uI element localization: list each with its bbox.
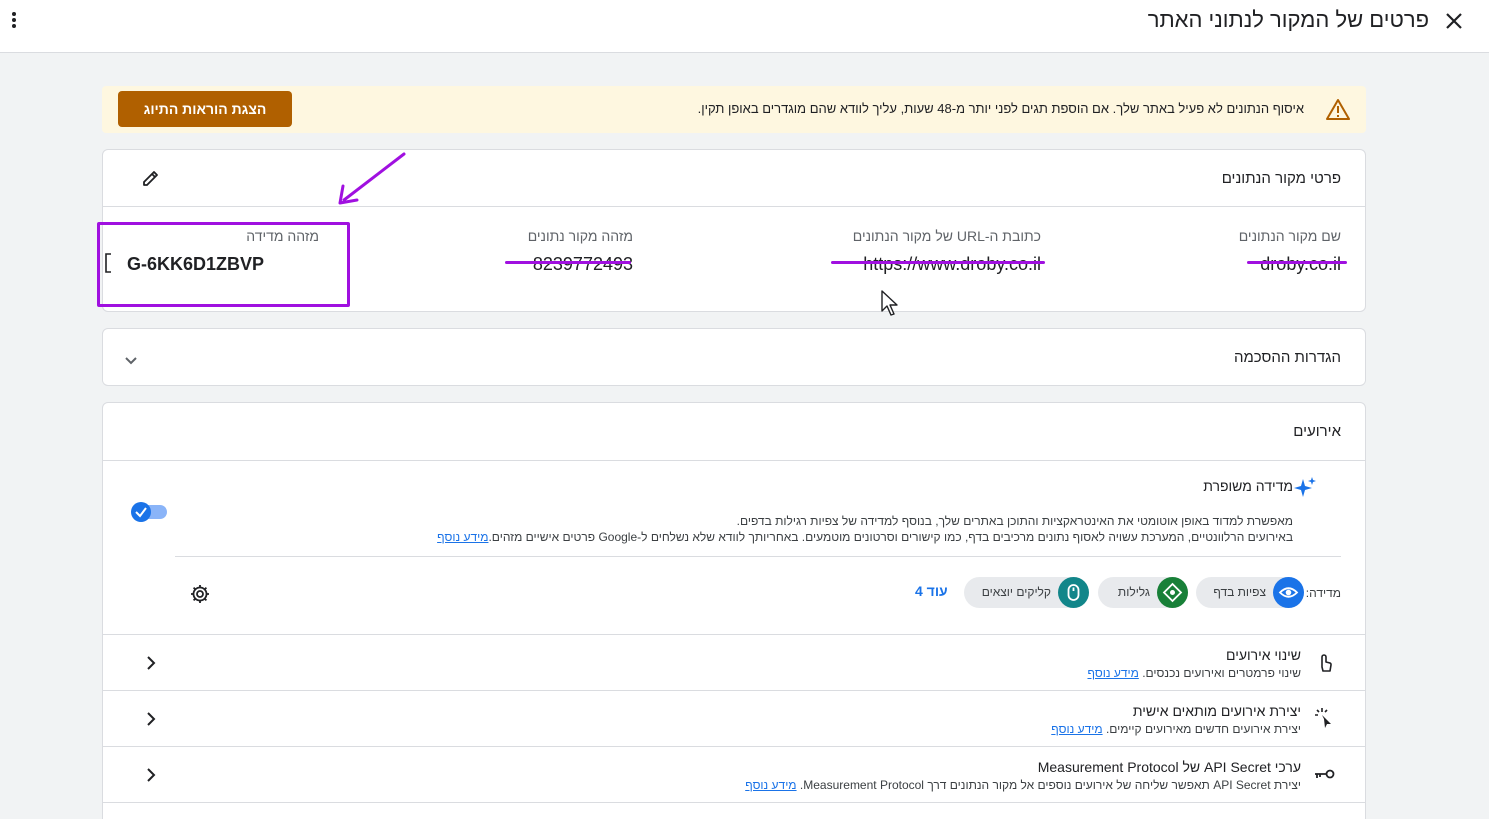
chip-label: גלילות bbox=[1117, 585, 1150, 599]
event-row-modify[interactable]: שינוי אירועים שינוי פרמטרים ואירועים נכנ… bbox=[103, 635, 1365, 691]
enhanced-measurement-desc-text: באירועים הרלוונטיים, המערכת עשויה לאסוף … bbox=[488, 530, 1293, 544]
enhanced-measurement-desc: מאפשרת למדוד באופן אוטומטי את האינטראקצי… bbox=[736, 514, 1293, 528]
enhanced-measurement-desc-2: באירועים הרלוונטיים, המערכת עשויה לאסוף … bbox=[437, 530, 1293, 544]
enhanced-measurement-toggle[interactable] bbox=[131, 502, 167, 522]
learn-more-link[interactable]: מידע נוסף bbox=[1051, 722, 1102, 736]
event-row-api-secret[interactable]: ערכי API Secret של Measurement Protocol … bbox=[103, 747, 1365, 803]
stream-url-value: https://www.droby.co.il bbox=[863, 254, 1041, 274]
scroll-arrows-icon bbox=[1162, 582, 1183, 603]
more-measurements-link[interactable]: עוד 4 bbox=[915, 583, 948, 599]
more-vert-icon[interactable] bbox=[8, 8, 20, 32]
stream-name-label: שם מקור הנתונים bbox=[1238, 228, 1341, 244]
events-card: אירועים מדידה משופרת מאפשרת למדוד באופן … bbox=[102, 402, 1366, 819]
event-row-desc: יצירת אירועים חדשים מאירועים קיימים. מיד… bbox=[1051, 722, 1301, 736]
event-row-desc: יצירת API Secret תאפשר שליחה של אירועים … bbox=[745, 778, 1301, 792]
warning-banner: הצגת הוראות התיוג איסוף הנתונים לא פעיל … bbox=[102, 86, 1366, 133]
check-icon bbox=[135, 507, 147, 518]
learn-more-link[interactable]: מידע נוסף bbox=[745, 778, 796, 792]
measuring-label: מדידה: bbox=[1305, 586, 1341, 600]
event-row-title: ערכי API Secret של Measurement Protocol bbox=[1037, 759, 1301, 775]
event-row-desc-text: שינוי פרמטרים ואירועים נכנסים. bbox=[1142, 666, 1301, 680]
close-icon[interactable] bbox=[1441, 8, 1467, 34]
chip-scrolls[interactable]: גלילות bbox=[1098, 577, 1188, 608]
learn-more-link[interactable]: מידע נוסף bbox=[437, 530, 488, 544]
redaction-strike bbox=[831, 261, 1045, 264]
chip-label: צפיות בדף bbox=[1213, 585, 1266, 599]
stream-url-label: כתובת ה-URL של מקור הנתונים bbox=[852, 228, 1041, 244]
chip-icon-bg bbox=[1058, 577, 1089, 608]
warning-text: איסוף הנתונים לא פעיל באתר שלך. אם הוספת… bbox=[697, 101, 1304, 116]
chevron-right-icon[interactable] bbox=[143, 655, 159, 671]
sparkle-icon bbox=[1294, 477, 1316, 497]
event-row-create[interactable]: יצירת אירועים מותאים אישית יצירת אירועים… bbox=[103, 691, 1365, 747]
touch-icon bbox=[1321, 654, 1332, 672]
event-row-title: שינוי אירועים bbox=[1225, 647, 1301, 663]
learn-more-link[interactable]: מידע נוסף bbox=[1087, 666, 1138, 680]
mouse-cursor-icon bbox=[881, 290, 898, 316]
chevron-right-icon[interactable] bbox=[143, 711, 159, 727]
chip-icon-bg bbox=[1273, 577, 1304, 608]
redaction-strike bbox=[505, 261, 631, 264]
stream-id-value: 8239772493 bbox=[532, 254, 633, 274]
event-row-desc-text: יצירת API Secret תאפשר שליחה של אירועים … bbox=[799, 778, 1301, 792]
chip-page-views[interactable]: צפיות בדף bbox=[1196, 577, 1304, 608]
event-row-title: יצירת אירועים מותאים אישית bbox=[1132, 703, 1301, 719]
chevron-right-icon[interactable] bbox=[143, 767, 159, 783]
cursor-click-icon bbox=[1315, 708, 1331, 728]
chip-outbound-clicks[interactable]: קליקים יוצאים bbox=[964, 577, 1089, 608]
mouse-icon bbox=[1067, 584, 1080, 601]
top-bar: פרטים של המקור לנתוני האתר bbox=[0, 0, 1489, 53]
stream-details-heading: פרטי מקור הנתונים bbox=[1221, 170, 1341, 187]
consent-settings-card[interactable]: הגדרות ההסכמה bbox=[102, 328, 1366, 386]
enhanced-measurement-title: מדידה משופרת bbox=[1203, 478, 1293, 494]
chip-icon-bg bbox=[1157, 577, 1188, 608]
event-row-desc: שינוי פרמטרים ואירועים נכנסים. מידע נוסף bbox=[1087, 666, 1301, 680]
key-icon bbox=[1315, 769, 1335, 779]
redaction-strike bbox=[1247, 261, 1347, 264]
edit-icon[interactable] bbox=[141, 168, 161, 188]
stream-name-value: droby.co.il bbox=[1260, 254, 1341, 274]
annotation-highlight-box bbox=[97, 222, 350, 307]
eye-icon bbox=[1278, 587, 1299, 598]
chip-label: קליקים יוצאים bbox=[981, 585, 1051, 599]
page-title: פרטים של המקור לנתוני האתר bbox=[1147, 7, 1429, 32]
warning-icon bbox=[1326, 99, 1350, 120]
chevron-down-icon[interactable] bbox=[123, 353, 139, 369]
annotation-arrow-icon bbox=[338, 152, 406, 205]
consent-heading: הגדרות ההסכמה bbox=[1234, 349, 1341, 366]
event-row-desc-text: יצירת אירועים חדשים מאירועים קיימים. bbox=[1105, 722, 1301, 736]
gear-icon[interactable] bbox=[189, 583, 211, 605]
show-tagging-instructions-button[interactable]: הצגת הוראות התיוג bbox=[118, 91, 292, 127]
stream-id-label: מזהה מקור נתונים bbox=[527, 228, 633, 244]
events-heading: אירועים bbox=[1293, 423, 1341, 440]
